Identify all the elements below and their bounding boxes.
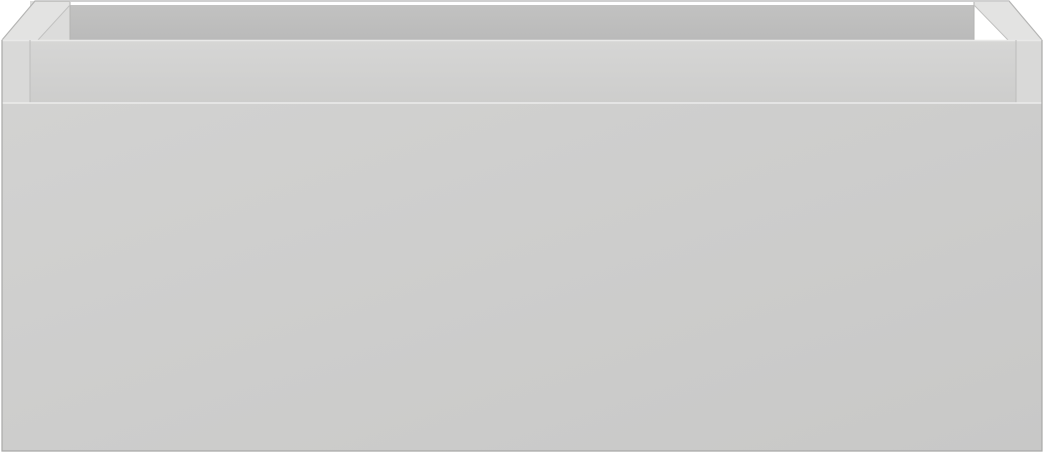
drawer-render xyxy=(0,0,1044,453)
drawer-frame-cap-left xyxy=(2,40,30,103)
drawer-frame-cap-right xyxy=(1016,40,1042,103)
drawer-illustration xyxy=(1,0,1043,452)
drawer-inner-back xyxy=(70,5,974,40)
drawer-frame-band xyxy=(2,40,1042,103)
drawer-front-panel xyxy=(2,103,1042,451)
drawer-inner-right-wall xyxy=(974,2,1042,40)
